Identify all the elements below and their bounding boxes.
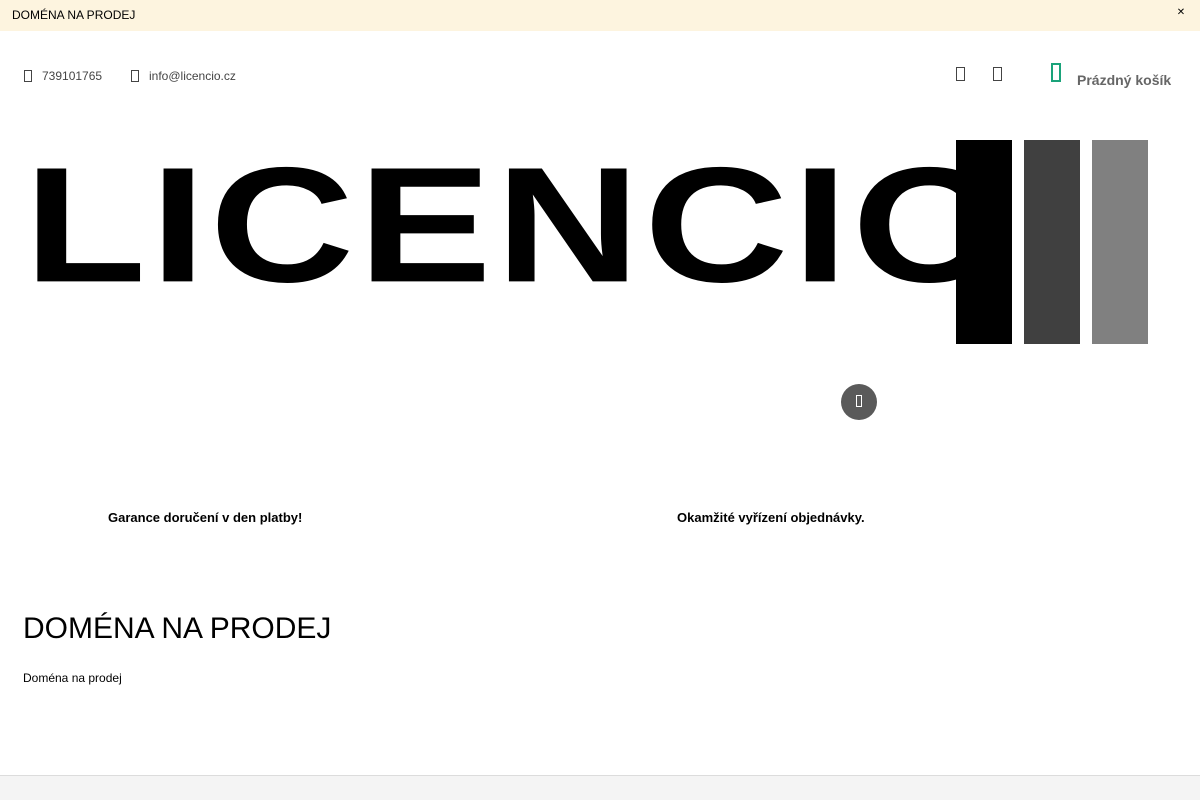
phone-contact[interactable]: 739101765	[24, 68, 102, 84]
announcement-bar: DOMÉNA NA PRODEJ ✕	[0, 0, 1200, 31]
logo-bar-dark-gray	[1024, 140, 1080, 344]
page-title: DOMÉNA NA PRODEJ	[23, 612, 332, 645]
email-address: info@licencio.cz	[149, 69, 236, 83]
logo-text: LICENCIO	[24, 133, 1012, 317]
search-icon[interactable]	[956, 67, 965, 81]
email-contact[interactable]: info@licencio.cz	[131, 68, 236, 84]
benefit-delivery: Garance doručení v den platby!	[108, 510, 303, 525]
footer	[0, 775, 1200, 800]
cart-label[interactable]: Prázdný košík	[1077, 72, 1171, 88]
slider-icon[interactable]	[841, 384, 877, 420]
announcement-text: DOMÉNA NA PRODEJ	[12, 8, 136, 22]
cart-icon[interactable]	[1051, 63, 1061, 82]
benefit-processing: Okamžité vyřízení objednávky.	[677, 510, 865, 525]
phone-number: 739101765	[42, 69, 103, 83]
logo-bar-black	[956, 140, 1012, 344]
page-text: Doména na prodej	[23, 671, 122, 685]
user-icon[interactable]	[993, 67, 1002, 81]
email-icon	[131, 70, 139, 82]
logo-bar-gray	[1092, 140, 1148, 344]
phone-icon	[24, 70, 32, 82]
logo[interactable]: LICENCIO	[24, 140, 1150, 346]
close-icon[interactable]: ✕	[1176, 7, 1186, 21]
